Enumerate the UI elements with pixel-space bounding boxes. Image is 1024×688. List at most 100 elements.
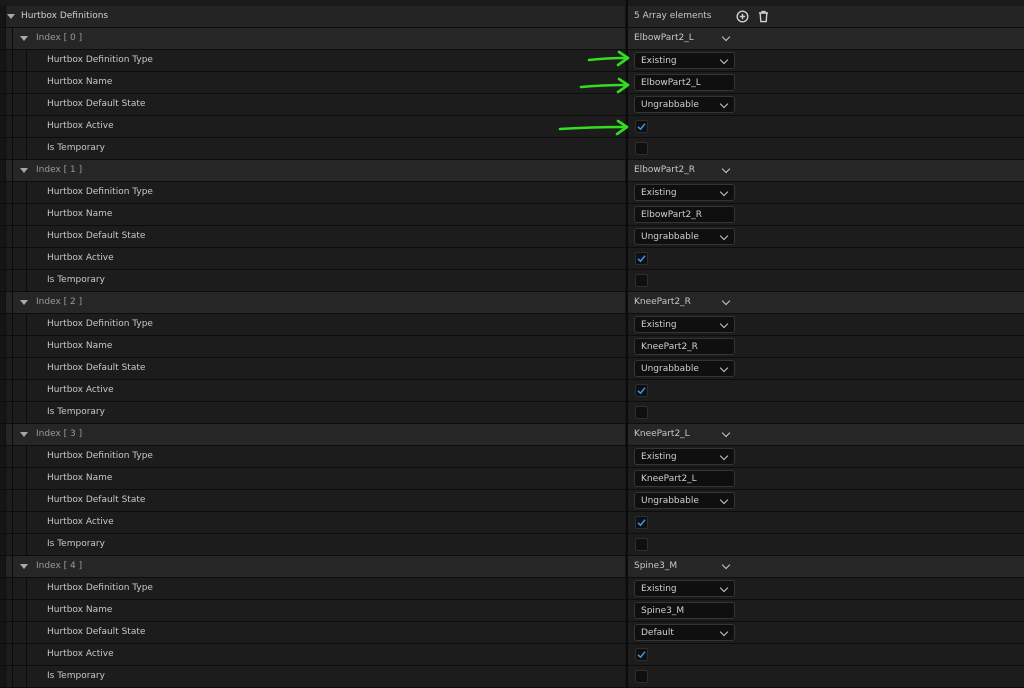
field-label: Hurtbox Definition Type — [47, 187, 153, 197]
hurtbox-active-checkbox[interactable] — [635, 648, 648, 661]
property-value-cell — [628, 512, 1024, 533]
indent-guide — [12, 534, 13, 556]
hurtbox-active-checkbox[interactable] — [635, 516, 648, 529]
hurtbox-active-checkbox[interactable] — [635, 252, 648, 265]
add-element-icon[interactable] — [735, 9, 750, 24]
property-name-cell: Hurtbox Default State — [5, 622, 625, 644]
property-value-cell: KneePart2_R — [628, 292, 1024, 313]
column-splitter[interactable] — [626, 0, 628, 6]
default-state-row: Hurtbox Default State Ungrabbable — [0, 226, 1024, 248]
property-value-cell — [628, 534, 1024, 555]
expand-triangle-icon[interactable] — [20, 432, 28, 437]
default-state-dropdown[interactable]: Default — [634, 624, 735, 641]
hurtbox-name-input[interactable]: ElbowPart2_L — [634, 74, 735, 91]
indent-guide — [26, 94, 27, 116]
definition-type-dropdown[interactable]: Existing — [634, 448, 735, 465]
field-label: Hurtbox Name — [47, 341, 113, 351]
property-name-cell: Hurtbox Name — [5, 600, 625, 622]
hurtbox-name-input[interactable]: ElbowPart2_R — [634, 206, 735, 223]
property-value-cell: Spine3_M — [628, 600, 1024, 621]
is-temporary-checkbox[interactable] — [635, 406, 648, 419]
chevron-down-icon[interactable] — [721, 32, 731, 42]
array-index-row-1: Index [ 1 ] ElbowPart2_R — [0, 160, 1024, 182]
indent-guide — [26, 336, 27, 358]
checkmark-icon — [637, 387, 646, 395]
definition-type-row: Hurtbox Definition Type Existing — [0, 314, 1024, 336]
hurtbox-name-input[interactable]: KneePart2_R — [634, 338, 735, 355]
expand-triangle-icon[interactable] — [20, 564, 28, 569]
expand-triangle-icon[interactable] — [20, 168, 28, 173]
property-name-cell: Index [ 1 ] — [5, 160, 625, 182]
property-name-cell: Hurtbox Definition Type — [5, 182, 625, 204]
is-temporary-checkbox[interactable] — [635, 142, 648, 155]
field-label: Hurtbox Name — [47, 605, 113, 615]
default-state-dropdown[interactable]: Ungrabbable — [634, 96, 735, 113]
field-label: Hurtbox Default State — [47, 495, 146, 505]
property-name-cell: Hurtbox Name — [5, 336, 625, 358]
field-label: Is Temporary — [47, 143, 105, 153]
hurtbox-definitions-row: Hurtbox Definitions 5 Array elements — [0, 6, 1024, 28]
indent-guide — [26, 446, 27, 468]
chevron-down-icon[interactable] — [721, 560, 731, 570]
checkmark-icon — [637, 651, 646, 659]
hurtbox-active-checkbox[interactable] — [635, 120, 648, 133]
property-value-cell: Existing — [628, 314, 1024, 335]
property-name-cell: Hurtbox Definition Type — [5, 50, 625, 72]
field-label: Hurtbox Active — [47, 385, 114, 395]
is-temporary-checkbox[interactable] — [635, 274, 648, 287]
is-temporary-checkbox[interactable] — [635, 670, 648, 683]
hurtbox-name-row: Hurtbox Name KneePart2_L — [0, 468, 1024, 490]
chevron-down-icon[interactable] — [721, 296, 731, 306]
default-state-dropdown[interactable]: Ungrabbable — [634, 228, 735, 245]
property-name-cell: Is Temporary — [5, 666, 625, 688]
hurtbox-name-input[interactable]: Spine3_M — [634, 602, 735, 619]
index-summary: ElbowPart2_L — [634, 33, 694, 43]
indent-guide — [12, 380, 13, 402]
indent-guide — [12, 270, 13, 292]
indent-guide — [26, 490, 27, 512]
expand-triangle-icon[interactable] — [20, 300, 28, 305]
indent-guide — [12, 358, 13, 380]
checkmark-icon — [637, 255, 646, 263]
chevron-down-icon — [719, 451, 729, 461]
expand-triangle-icon[interactable] — [20, 36, 28, 41]
indent-guide — [12, 402, 13, 424]
indent-guide — [12, 424, 13, 446]
indent-guide — [12, 600, 13, 622]
default-state-dropdown[interactable]: Ungrabbable — [634, 492, 735, 509]
indent-guide — [12, 468, 13, 490]
hurtbox-active-row: Hurtbox Active — [0, 380, 1024, 402]
indent-guide — [12, 116, 13, 138]
property-name-cell: Hurtbox Definition Type — [5, 578, 625, 600]
indent-guide — [12, 314, 13, 336]
definition-type-dropdown[interactable]: Existing — [634, 580, 735, 597]
is-temporary-checkbox[interactable] — [635, 538, 648, 551]
default-state-dropdown[interactable]: Ungrabbable — [634, 360, 735, 377]
definition-type-dropdown[interactable]: Existing — [634, 316, 735, 333]
property-value-cell: KneePart2_R — [628, 336, 1024, 357]
indent-guide — [12, 490, 13, 512]
property-name-cell: Index [ 2 ] — [5, 292, 625, 314]
property-value-cell: Ungrabbable — [628, 226, 1024, 247]
definition-type-row: Hurtbox Definition Type Existing — [0, 578, 1024, 600]
indent-guide — [26, 204, 27, 226]
property-value-cell: Ungrabbable — [628, 358, 1024, 379]
hurtbox-active-row: Hurtbox Active — [0, 248, 1024, 270]
property-name-cell: Hurtbox Definitions — [5, 6, 625, 27]
indent-guide — [26, 116, 27, 138]
hurtbox-name-input[interactable]: KneePart2_L — [634, 470, 735, 487]
hurtbox-active-checkbox[interactable] — [635, 384, 648, 397]
index-label: Index [ 3 ] — [36, 429, 83, 439]
chevron-down-icon[interactable] — [721, 164, 731, 174]
property-name-cell: Index [ 3 ] — [5, 424, 625, 446]
definition-type-dropdown[interactable]: Existing — [634, 52, 735, 69]
property-value-cell: Ungrabbable — [628, 490, 1024, 511]
indent-guide — [26, 226, 27, 248]
is-temporary-row: Is Temporary — [0, 270, 1024, 292]
property-value-cell — [628, 402, 1024, 423]
property-value-cell — [628, 380, 1024, 401]
expand-triangle-icon[interactable] — [7, 14, 15, 19]
definition-type-dropdown[interactable]: Existing — [634, 184, 735, 201]
trash-icon[interactable] — [756, 9, 771, 24]
chevron-down-icon[interactable] — [721, 428, 731, 438]
